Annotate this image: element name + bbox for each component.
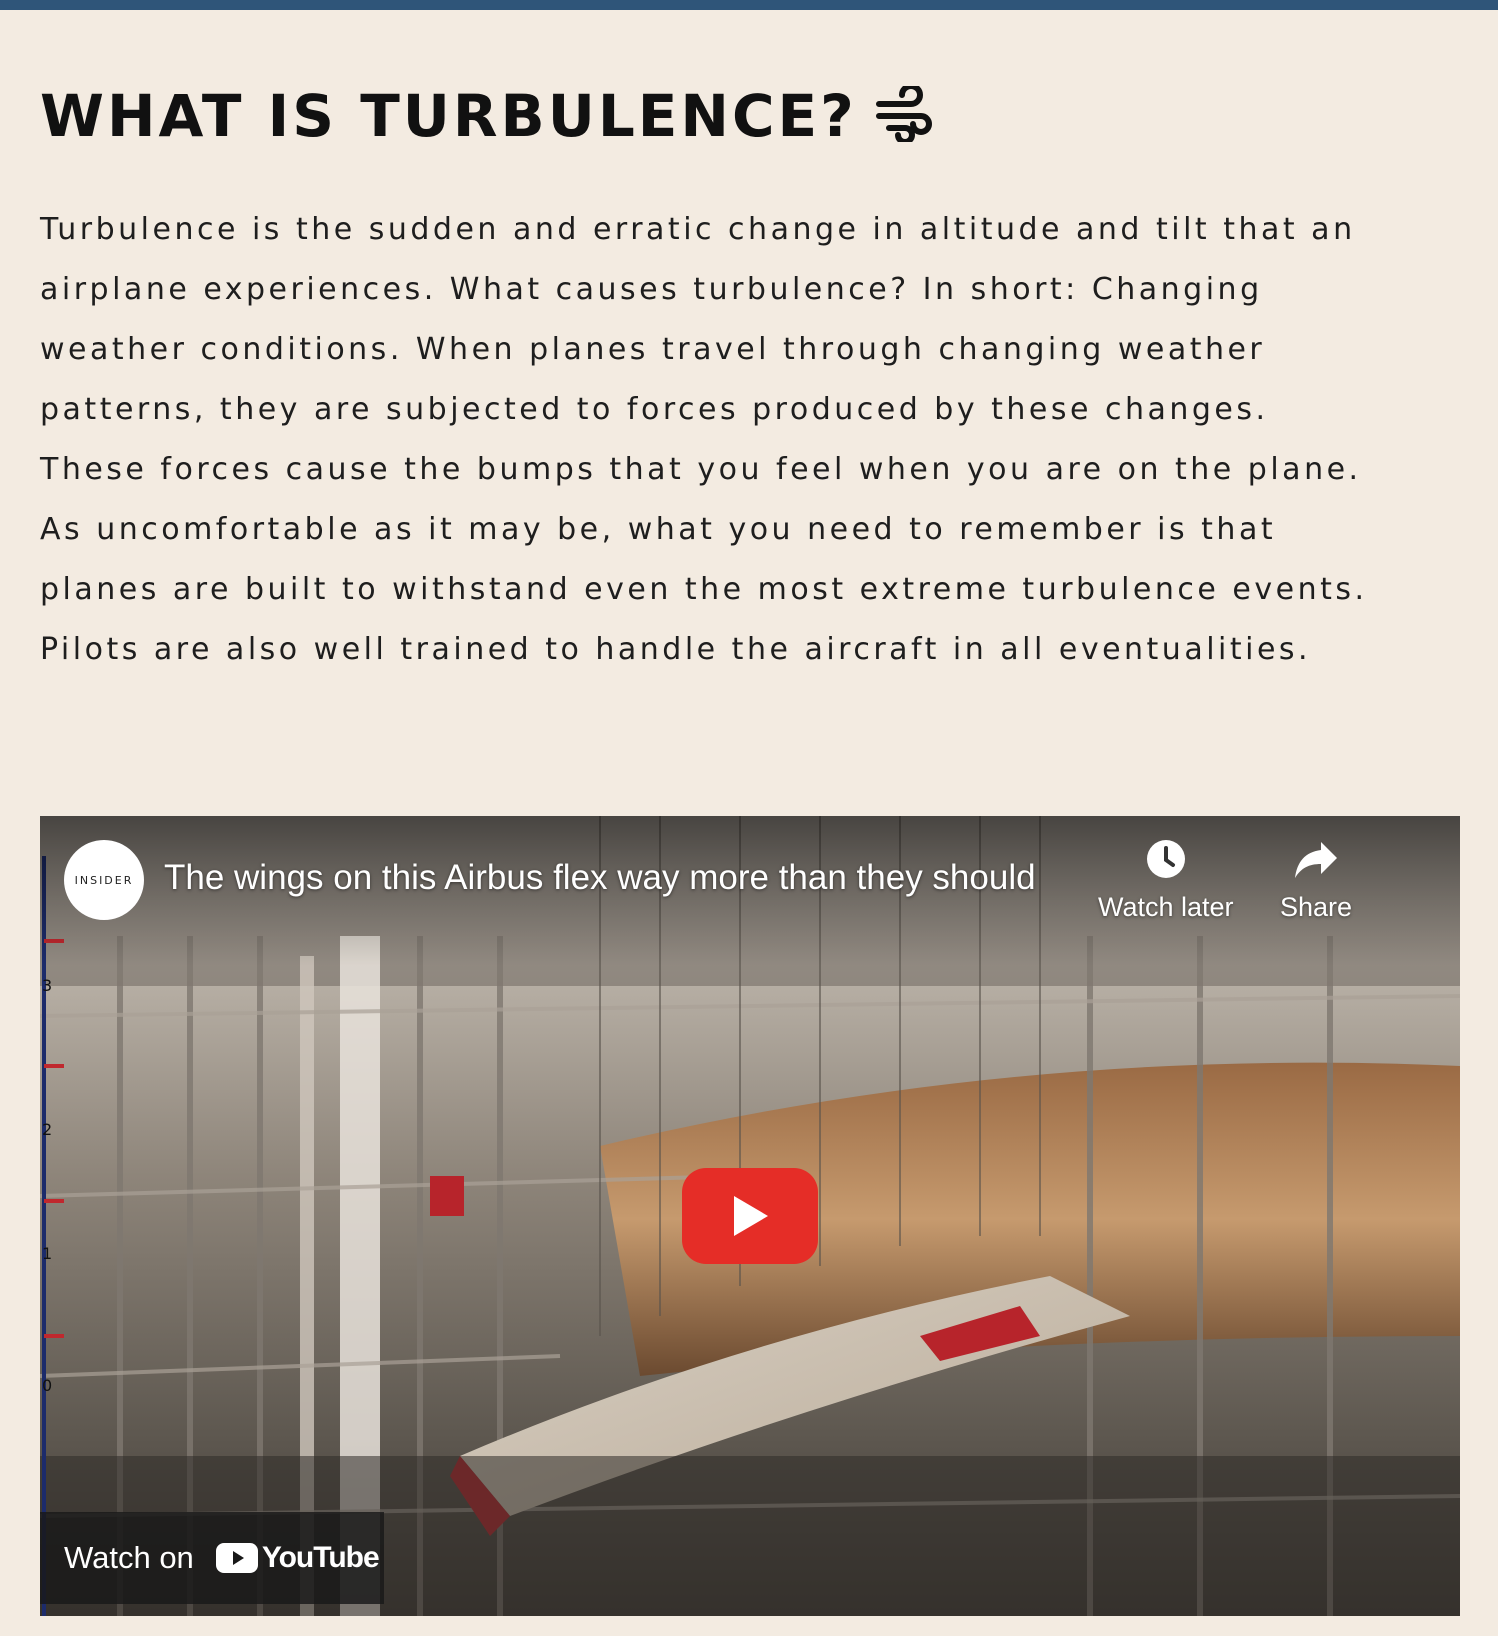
paragraph-line: airplane experiences. What causes turbul…: [40, 272, 1263, 307]
paragraph-line: These forces cause the bumps that you fe…: [40, 452, 1362, 487]
paragraph-line: patterns, they are subjected to forces p…: [40, 392, 1269, 427]
scale-mark: 0: [42, 1376, 53, 1395]
watch-on-youtube-button[interactable]: Watch on YouTube: [40, 1512, 384, 1604]
paragraph-line: weather conditions. When planes travel t…: [40, 332, 1266, 367]
youtube-logo: YouTube: [215, 1541, 380, 1575]
play-button[interactable]: [682, 1168, 818, 1264]
paragraph-line: Turbulence is the sudden and erratic cha…: [40, 212, 1356, 247]
youtube-wordmark: YouTube: [261, 1541, 380, 1574]
paragraph-line: Pilots are also well trained to handle t…: [40, 632, 1312, 667]
paragraph-line: planes are built to withstand even the m…: [40, 572, 1368, 607]
share-arrow-icon: [1295, 842, 1338, 878]
youtube-video-embed[interactable]: 3 2 1 0 INSIDER The wings on this Airbus…: [40, 816, 1460, 1616]
channel-avatar[interactable]: INSIDER: [64, 840, 144, 920]
scale-mark: 2: [42, 1120, 53, 1139]
youtube-play-icon: [215, 1543, 258, 1573]
section-heading-text: WHAT IS TURBULENCE?: [40, 82, 857, 150]
watch-later-button[interactable]: Watch later: [1098, 838, 1234, 923]
top-accent-bar: [0, 0, 1498, 10]
section-paragraph: Turbulence is the sudden and erratic cha…: [40, 200, 1460, 680]
play-icon: [734, 1196, 768, 1236]
watch-later-label: Watch later: [1098, 892, 1234, 922]
scale-mark: 3: [42, 976, 53, 995]
share-label: Share: [1280, 892, 1353, 922]
share-button[interactable]: Share: [1280, 838, 1352, 923]
video-title[interactable]: The wings on this Airbus flex way more t…: [164, 858, 1036, 898]
wind-icon: [875, 86, 932, 142]
clock-icon: [1146, 840, 1185, 878]
paragraph-line: As uncomfortable as it may be, what you …: [40, 512, 1277, 547]
scale-mark: 1: [42, 1244, 53, 1263]
watch-on-label: Watch on: [64, 1540, 194, 1575]
channel-logo-text: INSIDER: [74, 873, 134, 887]
section-heading: WHAT IS TURBULENCE?: [40, 82, 933, 150]
